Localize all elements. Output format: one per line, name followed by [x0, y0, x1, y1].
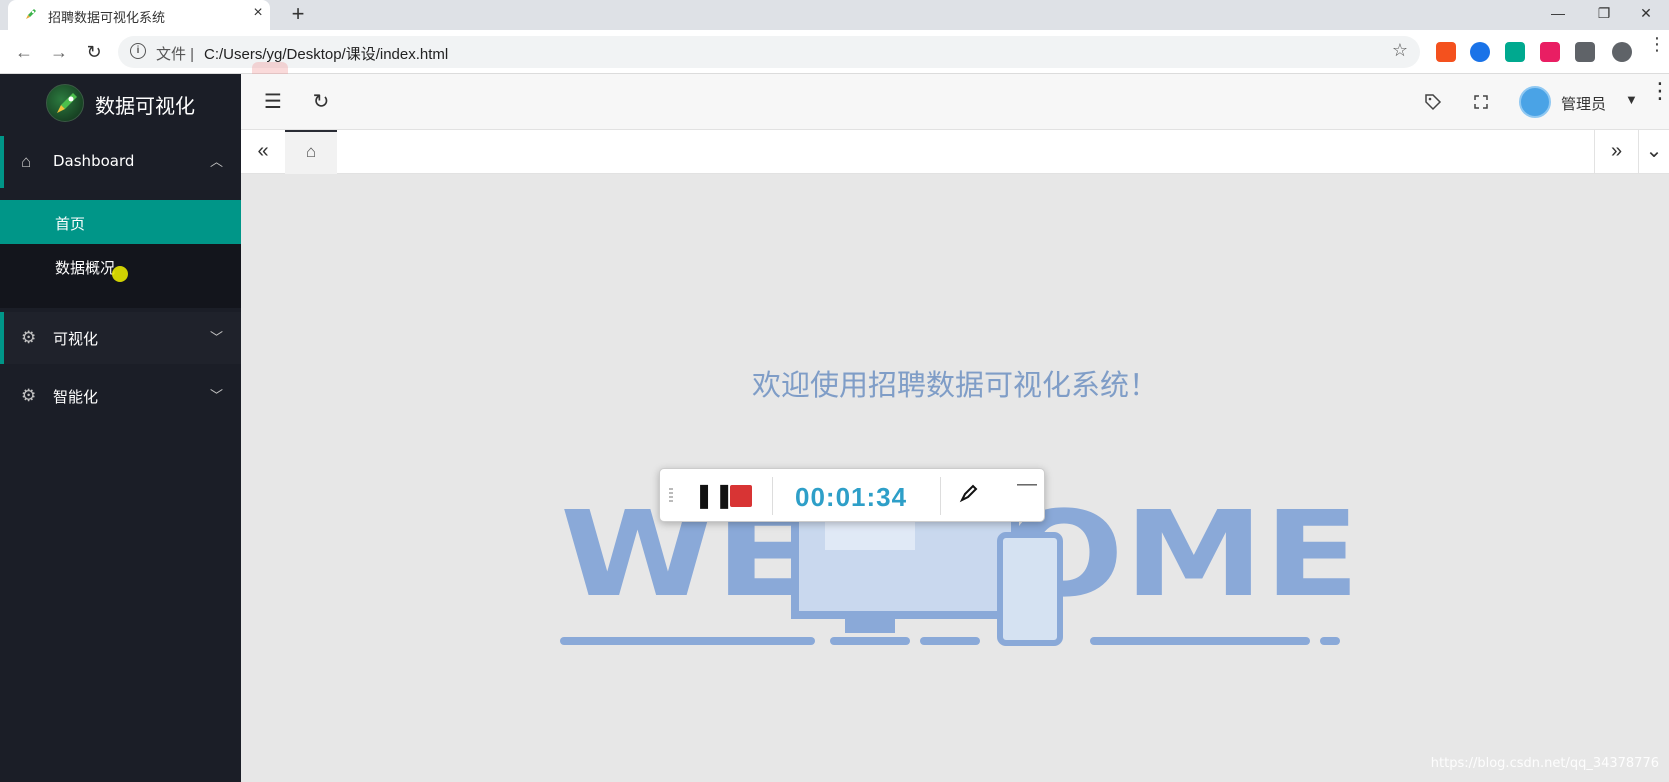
browser-tab-bar: 招聘数据可视化系统 × + — ❐ ✕	[0, 0, 1669, 30]
address-url[interactable]: C:/Users/yg/Desktop/课设/index.html	[204, 43, 448, 64]
subitem-label: 首页	[55, 215, 86, 233]
menu-indicator	[0, 312, 4, 364]
gear-icon: ⚙	[21, 328, 37, 347]
app-name: 数据可视化	[95, 94, 195, 118]
new-tab-button[interactable]: +	[286, 1, 310, 27]
user-name[interactable]: 管理员	[1561, 93, 1606, 114]
sidebar-item-label: 智能化	[53, 388, 99, 406]
browser-menu-icon[interactable]: ⋮	[1648, 35, 1666, 53]
close-window-button[interactable]: ✕	[1623, 0, 1669, 30]
tabs-dropdown-button[interactable]: ⌄	[1638, 130, 1669, 174]
chevron-up-icon: ︿	[210, 154, 224, 169]
caret-down-icon[interactable]: ▼	[1625, 92, 1638, 107]
drag-handle-icon[interactable]	[669, 488, 673, 504]
profile-avatar-icon[interactable]	[1612, 42, 1632, 62]
sidebar-item-intelligence[interactable]: ⚙ 智能化 ﹀	[0, 370, 241, 422]
ground-line-shape	[1090, 637, 1310, 645]
colorful-extension-icon[interactable]	[1540, 42, 1560, 62]
chevron-down-icon: ﹀	[210, 388, 224, 403]
tabs-next-button[interactable]: »	[1594, 130, 1638, 174]
content-header: ☰ ↻ 管理员 ▼ ⋮	[241, 74, 1669, 130]
home-tab[interactable]: ⌂	[285, 130, 337, 174]
tab-close-icon[interactable]: ×	[248, 4, 268, 22]
page-tab-strip: « ⌂ » ⌄	[241, 130, 1669, 174]
ground-line-shape	[1320, 637, 1340, 645]
reload-button[interactable]: ↻	[80, 38, 108, 66]
more-vertical-icon[interactable]: ⋮	[1649, 80, 1669, 102]
sidebar: 数据可视化 ⌂ Dashboard ︿ 首页 数据概况 ⚙ 可视化 ﹀ ⚙ 智能…	[0, 74, 241, 782]
restore-window-button[interactable]: ❐	[1581, 0, 1627, 30]
divider	[772, 477, 773, 515]
recording-timer: 00:01:34	[795, 482, 908, 512]
sidebar-item-dashboard[interactable]: ⌂ Dashboard ︿	[0, 136, 241, 188]
n-extension-icon[interactable]	[1505, 42, 1525, 62]
dashboard-submenu: 首页 数据概况	[0, 200, 241, 308]
address-prefix: 文件 |	[156, 46, 195, 63]
bookmark-star-icon[interactable]: ☆	[1392, 40, 1408, 61]
welcome-heading: 欢迎使用招聘数据可视化系统！	[751, 368, 1158, 402]
forward-button[interactable]: →	[45, 38, 73, 66]
speaker-extension-icon[interactable]	[1436, 42, 1456, 62]
watermark: https://blog.csdn.net/qq_34378776	[1430, 756, 1659, 771]
chevron-down-icon: ﹀	[210, 330, 224, 345]
screen-recorder-widget: ❚❚ 00:01:34 —	[659, 468, 1045, 522]
back-button[interactable]: ←	[10, 38, 38, 66]
asterisk-extension-icon[interactable]	[1470, 42, 1490, 62]
menu-toggle-icon[interactable]: ☰	[259, 88, 287, 116]
ground-line-shape	[830, 637, 910, 645]
tag-icon[interactable]	[1419, 88, 1447, 116]
pause-button[interactable]: ❚❚	[694, 483, 734, 509]
tabs-prev-button[interactable]: «	[241, 130, 285, 174]
minimize-window-button[interactable]: —	[1535, 0, 1581, 30]
active-indicator	[0, 136, 4, 188]
monitor-stand-shape	[845, 615, 895, 633]
mouse-cursor-highlight	[112, 266, 128, 282]
sidebar-item-visualization[interactable]: ⚙ 可视化 ﹀	[0, 312, 241, 364]
address-bar[interactable]: i 文件 | C:/Users/yg/Desktop/课设/index.html…	[118, 36, 1420, 68]
subitem-label: 数据概况	[55, 259, 116, 277]
tab-title: 招聘数据可视化系统	[48, 10, 166, 25]
sidebar-item-label: Dashboard	[53, 152, 135, 170]
browser-toolbar: ← → ↻ i 文件 | C:/Users/yg/Desktop/课设/inde…	[0, 30, 1669, 74]
phone-shape	[997, 532, 1063, 646]
minimize-recorder-button[interactable]: —	[1017, 473, 1037, 496]
puzzle-extension-icon[interactable]	[1575, 42, 1595, 62]
fullscreen-icon[interactable]	[1467, 88, 1495, 116]
ground-line-shape	[560, 637, 815, 645]
ground-line-shape	[920, 637, 980, 645]
refresh-icon[interactable]: ↻	[307, 88, 335, 116]
gear-icon: ⚙	[21, 386, 37, 405]
stop-button[interactable]	[730, 485, 752, 507]
rocket-logo-icon	[46, 84, 84, 122]
sidebar-subitem-home[interactable]: 首页	[0, 200, 241, 244]
sidebar-item-label: 可视化	[53, 330, 99, 348]
home-icon: ⌂	[21, 152, 32, 171]
browser-tab[interactable]: 招聘数据可视化系统 ×	[8, 0, 270, 30]
divider	[940, 477, 941, 515]
pen-icon[interactable]	[958, 482, 980, 510]
info-icon[interactable]: i	[130, 43, 146, 59]
user-avatar[interactable]	[1519, 86, 1551, 118]
rocket-favicon-icon	[26, 9, 36, 19]
